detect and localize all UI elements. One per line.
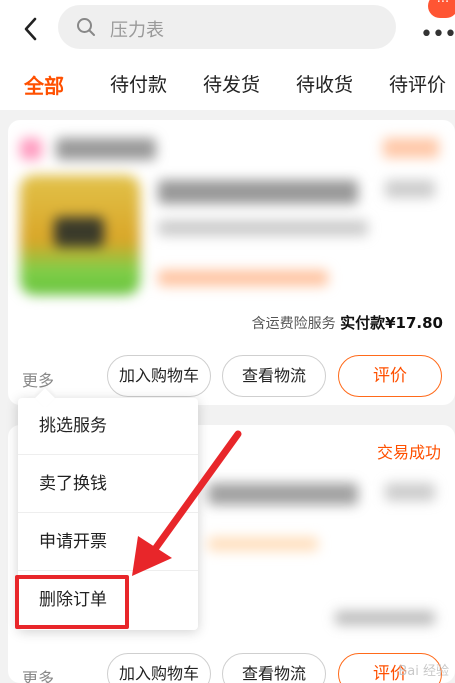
search-placeholder: 压力表: [110, 20, 164, 41]
red-arrow-icon: [132, 430, 242, 576]
watermark: Bai 经验: [398, 664, 449, 679]
top-bar: 压力表 ··· •••: [0, 0, 455, 58]
order-tabs: 全部 待付款 待发货 待收货 待评价: [0, 58, 455, 110]
add-to-cart-button[interactable]: 加入购物车: [107, 355, 211, 397]
order-summary: 含运费险服务 实付款¥17.80: [8, 312, 443, 333]
tab-pending-receipt[interactable]: 待收货: [296, 70, 353, 97]
chevron-left-icon: [24, 17, 37, 41]
view-logistics-button[interactable]: 查看物流: [222, 653, 326, 683]
tab-pending-review[interactable]: 待评价: [389, 70, 446, 97]
summary-label: 含运费险服务: [251, 316, 336, 332]
tab-all[interactable]: 全部: [24, 70, 64, 99]
add-to-cart-button[interactable]: 加入购物车: [107, 653, 211, 683]
more-link[interactable]: 更多: [22, 367, 54, 391]
total-paid: 实付款¥17.80: [340, 314, 443, 332]
more-dots-icon: •••: [420, 22, 455, 47]
search-icon: [77, 18, 95, 36]
search-input[interactable]: 压力表: [58, 5, 396, 49]
tab-pending-shipment[interactable]: 待发货: [203, 70, 260, 97]
notification-badge: ···: [428, 0, 455, 18]
back-button[interactable]: [14, 12, 48, 46]
highlight-box: [15, 575, 129, 629]
order-actions: 更多 加入购物车 查看物流 评价: [8, 355, 455, 399]
order-card[interactable]: 含运费险服务 实付款¥17.80 更多 加入购物车 查看物流 评价: [8, 120, 455, 405]
more-button[interactable]: ··· •••: [410, 0, 455, 48]
order-actions: 更多 加入购物车 查看物流 评价: [8, 653, 455, 683]
more-link[interactable]: 更多: [22, 665, 54, 683]
order-status: 交易成功: [376, 443, 441, 462]
review-button[interactable]: 评价: [338, 355, 442, 397]
view-logistics-button[interactable]: 查看物流: [222, 355, 326, 397]
tab-pending-payment[interactable]: 待付款: [110, 70, 167, 97]
